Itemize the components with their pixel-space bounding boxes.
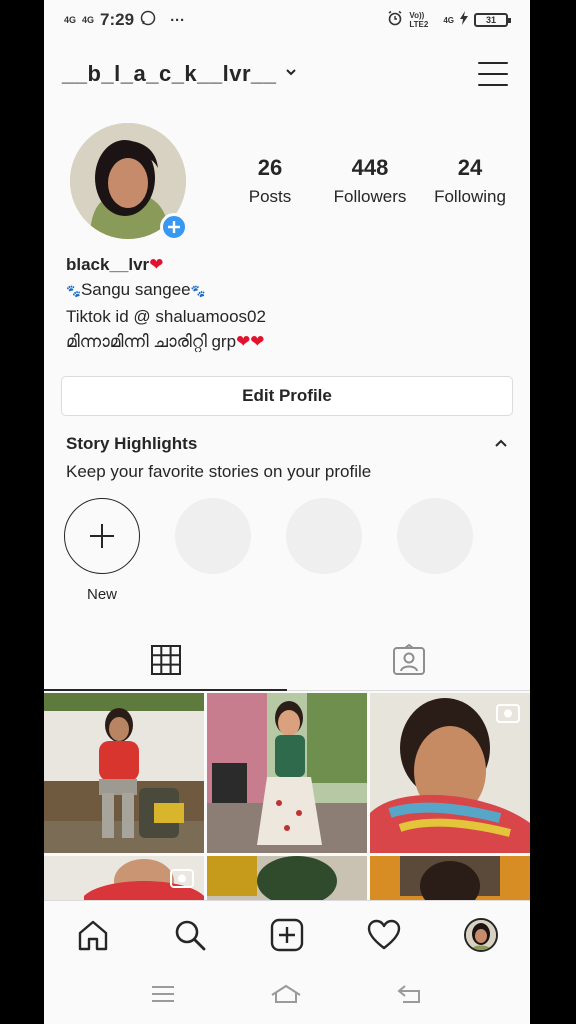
stat-followers[interactable]: 448 Followers [320, 155, 420, 207]
add-post-icon[interactable] [267, 915, 307, 955]
highlight-placeholder [286, 498, 362, 603]
post-thumbnail[interactable] [370, 693, 530, 853]
profile-summary: 26 Posts 448 Followers 24 Following [44, 108, 530, 241]
highlights-row: New [44, 482, 530, 603]
charging-icon [460, 11, 468, 29]
bio-line-1: Sangu sangee [80, 280, 191, 299]
home-icon[interactable] [73, 915, 113, 955]
chevron-down-icon [285, 65, 297, 83]
stat-label: Posts [248, 187, 292, 206]
stat-posts[interactable]: 26 Posts [220, 155, 320, 207]
recent-apps-icon[interactable] [151, 985, 175, 1008]
username: __b_l_a_c_k__lvr__ [62, 61, 277, 86]
account-switcher[interactable]: __b_l_a_c_k__lvr__ [62, 61, 297, 87]
stat-value: 26 [257, 155, 283, 180]
edit-profile-button[interactable]: Edit Profile [61, 376, 513, 416]
highlight-placeholder [175, 498, 251, 603]
chevron-up-icon[interactable] [494, 435, 508, 453]
grid-icon [150, 644, 181, 675]
stat-label: Followers [333, 187, 407, 206]
network-indicator-1: 4G [64, 14, 77, 25]
tagged-icon [392, 643, 425, 675]
profile-tab-avatar[interactable] [461, 915, 501, 955]
paw-emoji: 🐾 [190, 284, 206, 298]
highlights-subtitle: Keep your favorite stories on your profi… [66, 462, 372, 481]
profile-bio: black__lvr❤ 🐾Sangu sangee🐾 Tiktok id @ s… [44, 238, 530, 354]
profile-avatar[interactable] [70, 123, 188, 241]
tab-tagged[interactable] [287, 629, 530, 690]
new-highlight[interactable]: New [64, 498, 140, 603]
clock: 7:29 [100, 10, 135, 29]
add-story-button[interactable] [160, 213, 188, 241]
post-thumbnail[interactable] [44, 693, 204, 853]
lte2-indicator: 4G [443, 15, 454, 25]
new-highlight-label: New [86, 586, 117, 603]
system-navigation [44, 968, 530, 1024]
stat-following[interactable]: 24 Following [420, 155, 520, 207]
plus-icon [168, 221, 180, 233]
stat-value: 24 [457, 155, 483, 180]
plus-icon [90, 524, 114, 548]
menu-icon[interactable] [478, 62, 508, 86]
network-indicator-2: 4G [82, 14, 95, 25]
home-button-icon[interactable] [270, 984, 302, 1009]
stat-value: 448 [351, 155, 389, 180]
profile-header: __b_l_a_c_k__lvr__ [44, 40, 530, 108]
avatar [464, 917, 499, 952]
back-icon[interactable] [397, 984, 423, 1009]
whatsapp-icon [140, 10, 156, 30]
phone-screen: 4G 4G 7:29 ··· Vo)) LTE2 4G 31 __b_l_a_c… [44, 0, 530, 1024]
heart-icon[interactable] [364, 915, 404, 955]
bottom-navigation [44, 900, 530, 968]
igtv-icon [170, 868, 194, 888]
igtv-icon [496, 703, 520, 723]
highlight-placeholder [397, 498, 473, 603]
search-icon[interactable] [170, 915, 210, 955]
battery-icon: 31 [474, 13, 511, 27]
bio-line-3: മിന്നാമിന്നി ചാരിറ്റി grp [66, 332, 237, 351]
story-highlights-header[interactable]: Story Highlights [44, 416, 530, 454]
status-bar: 4G 4G 7:29 ··· Vo)) LTE2 4G 31 [44, 0, 530, 40]
stat-label: Following [434, 187, 506, 206]
paw-emoji: 🐾 [66, 284, 81, 298]
more-notifications: ··· [170, 11, 186, 29]
hearts-emoji: ❤❤ [236, 332, 265, 351]
highlights-title: Story Highlights [66, 434, 198, 453]
heart-emoji: ❤ [149, 255, 164, 274]
profile-tabs [44, 629, 530, 691]
display-name: black__lvr [66, 255, 150, 274]
lte-indicator: Vo)) LTE2 [409, 11, 429, 29]
bio-line-2: Tiktok id @ shaluamoos02 [66, 307, 266, 326]
tab-grid[interactable] [44, 629, 287, 691]
alarm-icon [387, 10, 403, 30]
profile-stats: 26 Posts 448 Followers 24 Following [220, 155, 520, 207]
post-thumbnail[interactable] [207, 693, 367, 853]
new-highlight-circle[interactable] [64, 498, 140, 574]
